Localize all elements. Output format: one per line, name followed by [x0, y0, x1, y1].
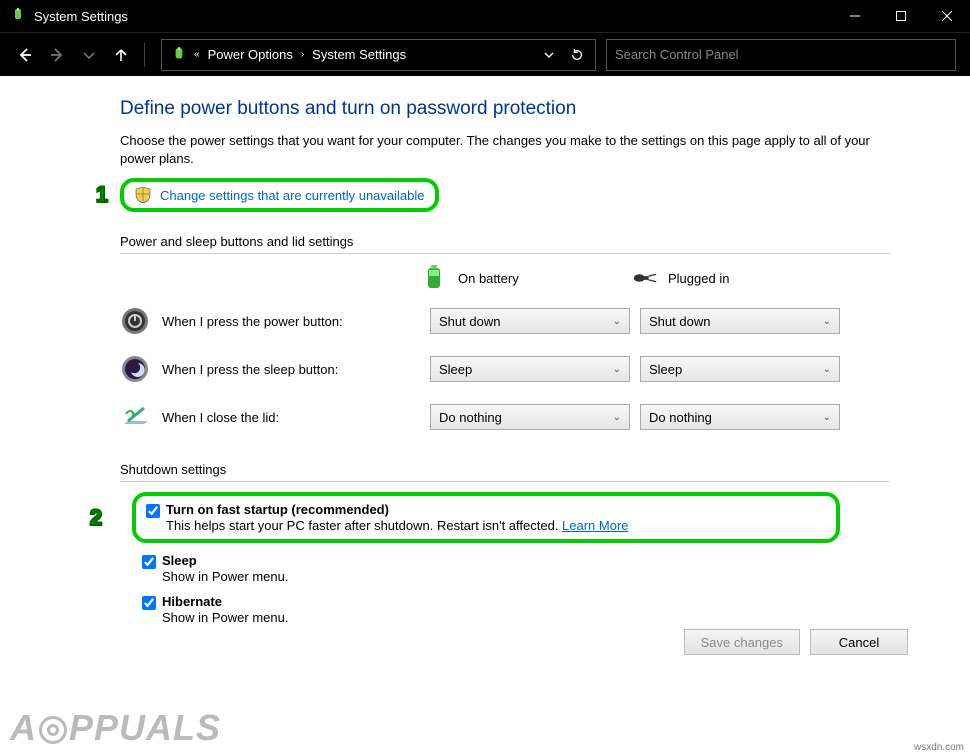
hibernate-title: Hibernate: [162, 594, 222, 609]
sleep-desc: Show in Power menu.: [142, 569, 840, 584]
cancel-button[interactable]: Cancel: [810, 629, 908, 655]
window-title: System Settings: [34, 9, 832, 24]
forward-button[interactable]: [42, 40, 72, 70]
app-icon: [10, 8, 26, 24]
address-dropdown[interactable]: [535, 41, 563, 69]
nav-separator: [144, 43, 145, 67]
change-settings-link[interactable]: Change settings that are currently unava…: [160, 188, 425, 203]
lid-row: When I close the lid: Do nothing⌄ Do not…: [120, 402, 970, 432]
fast-startup-desc: This helps start your PC faster after sh…: [166, 518, 562, 533]
page-description: Choose the power settings that you want …: [120, 132, 880, 168]
power-button-plugged-select[interactable]: Shut down⌄: [640, 308, 840, 334]
chevron-down-icon: ⌄: [613, 412, 621, 423]
sleep-setting-item: Sleep Show in Power menu.: [142, 553, 840, 584]
sleep-button-label: When I press the sleep button:: [162, 362, 338, 377]
on-battery-header: On battery: [420, 264, 630, 292]
shutdown-section-header: Shutdown settings: [120, 462, 970, 477]
sleep-button-row: When I press the sleep button: Sleep⌄ Sl…: [120, 354, 970, 384]
chevron-down-icon: ⌄: [823, 412, 831, 423]
power-button-row: When I press the power button: Shut down…: [120, 306, 970, 336]
chevron-down-icon: ⌄: [613, 364, 621, 375]
callout-1: 1: [88, 181, 116, 209]
minimize-button[interactable]: [832, 0, 878, 32]
breadcrumb-prefix: «: [192, 49, 202, 60]
plugged-in-label: Plugged in: [668, 271, 729, 286]
section-rule: [120, 253, 890, 254]
shutdown-settings-list: 2 Turn on fast startup (recommended) Thi…: [120, 492, 840, 625]
power-button-battery-select[interactable]: Shut down⌄: [430, 308, 630, 334]
breadcrumb-system-settings[interactable]: System Settings: [306, 43, 412, 66]
shield-icon: [134, 186, 152, 204]
laptop-lid-icon: [120, 402, 150, 432]
watermark-site: wsxdn.com: [914, 742, 964, 753]
up-button[interactable]: [106, 40, 136, 70]
column-headers: On battery Plugged in: [120, 264, 970, 292]
title-bar: System Settings: [0, 0, 970, 32]
sleep-button-plugged-select[interactable]: Sleep⌄: [640, 356, 840, 382]
chevron-down-icon: ⌄: [613, 316, 621, 327]
sleep-checkbox[interactable]: [142, 555, 156, 569]
change-settings-highlight: 1 Change settings that are currently una…: [120, 178, 439, 212]
bullseye-icon: [39, 716, 67, 744]
recent-dropdown[interactable]: [74, 40, 104, 70]
close-button[interactable]: [924, 0, 970, 32]
buttons-section-header: Power and sleep buttons and lid settings: [120, 234, 970, 249]
chevron-down-icon: ⌄: [823, 364, 831, 375]
hibernate-setting-item: Hibernate Show in Power menu.: [142, 594, 840, 625]
address-bar[interactable]: « Power Options › System Settings: [161, 39, 596, 71]
power-button-label: When I press the power button:: [162, 314, 343, 329]
content-pane: Define power buttons and turn on passwor…: [0, 76, 970, 625]
footer-buttons: Save changes Cancel: [684, 629, 908, 655]
maximize-button[interactable]: [878, 0, 924, 32]
back-button[interactable]: [10, 40, 40, 70]
lid-plugged-select[interactable]: Do nothing⌄: [640, 404, 840, 430]
power-button-icon: [120, 306, 150, 336]
section-rule-2: [120, 481, 890, 482]
lid-label: When I close the lid:: [162, 410, 279, 425]
learn-more-link[interactable]: Learn More: [562, 518, 628, 533]
nav-bar: « Power Options › System Settings: [0, 32, 970, 76]
plug-icon: [630, 264, 658, 292]
on-battery-label: On battery: [458, 271, 519, 286]
watermark-brand: APPUALS: [0, 701, 231, 755]
chevron-right-icon: ›: [299, 49, 306, 60]
save-changes-button[interactable]: Save changes: [684, 629, 800, 655]
fast-startup-highlight: 2 Turn on fast startup (recommended) Thi…: [132, 492, 840, 543]
sleep-button-icon: [120, 354, 150, 384]
search-box[interactable]: [606, 39, 956, 71]
chevron-down-icon: ⌄: [823, 316, 831, 327]
refresh-button[interactable]: [563, 41, 591, 69]
sleep-title: Sleep: [162, 553, 197, 568]
fast-startup-title: Turn on fast startup (recommended): [166, 502, 389, 517]
breadcrumb-power-options[interactable]: Power Options: [202, 43, 299, 66]
battery-icon: [420, 264, 448, 292]
fast-startup-checkbox[interactable]: [146, 504, 160, 518]
hibernate-checkbox[interactable]: [142, 596, 156, 610]
hibernate-desc: Show in Power menu.: [142, 610, 840, 625]
page-title: Define power buttons and turn on passwor…: [120, 98, 970, 120]
callout-2: 2: [82, 504, 110, 532]
power-options-icon: [170, 46, 188, 64]
lid-battery-select[interactable]: Do nothing⌄: [430, 404, 630, 430]
search-input[interactable]: [615, 47, 947, 62]
sleep-button-battery-select[interactable]: Sleep⌄: [430, 356, 630, 382]
plugged-in-header: Plugged in: [630, 264, 840, 292]
